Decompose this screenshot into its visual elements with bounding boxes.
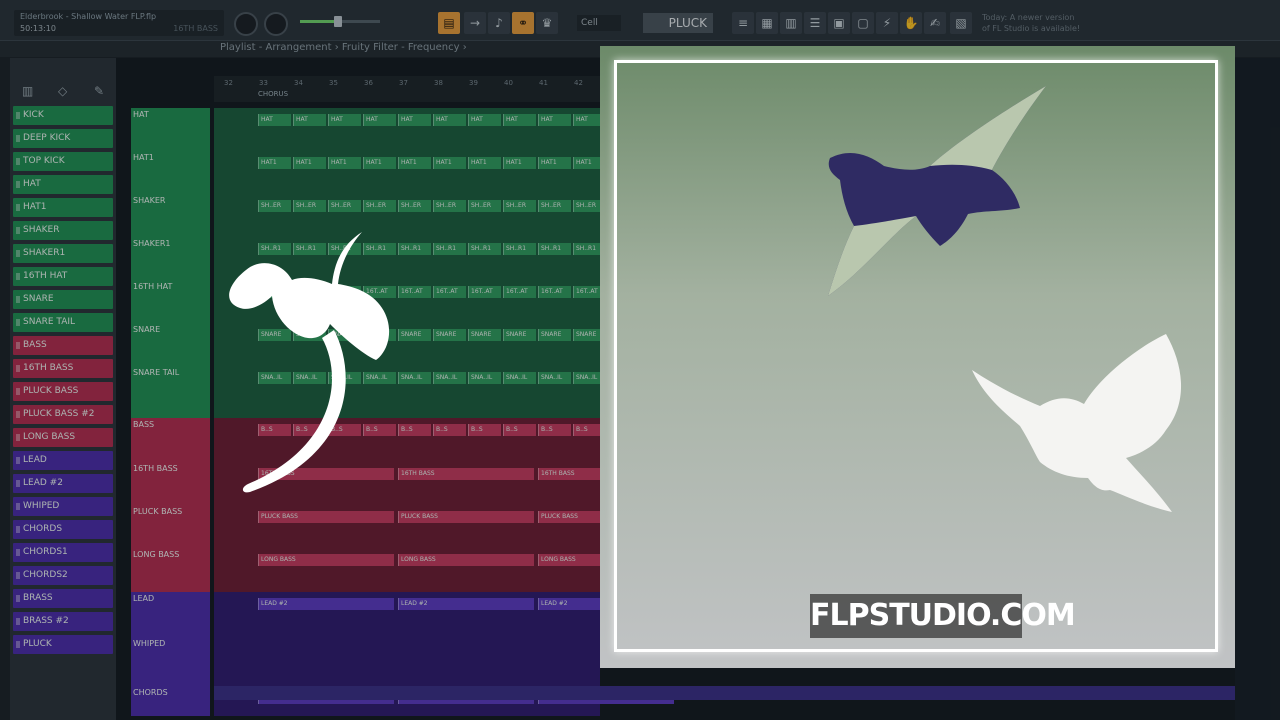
watermark: FLPSTUDIO.COM [810,594,1076,638]
fl-studio-logo [229,232,390,493]
cover-frame [614,60,1218,652]
